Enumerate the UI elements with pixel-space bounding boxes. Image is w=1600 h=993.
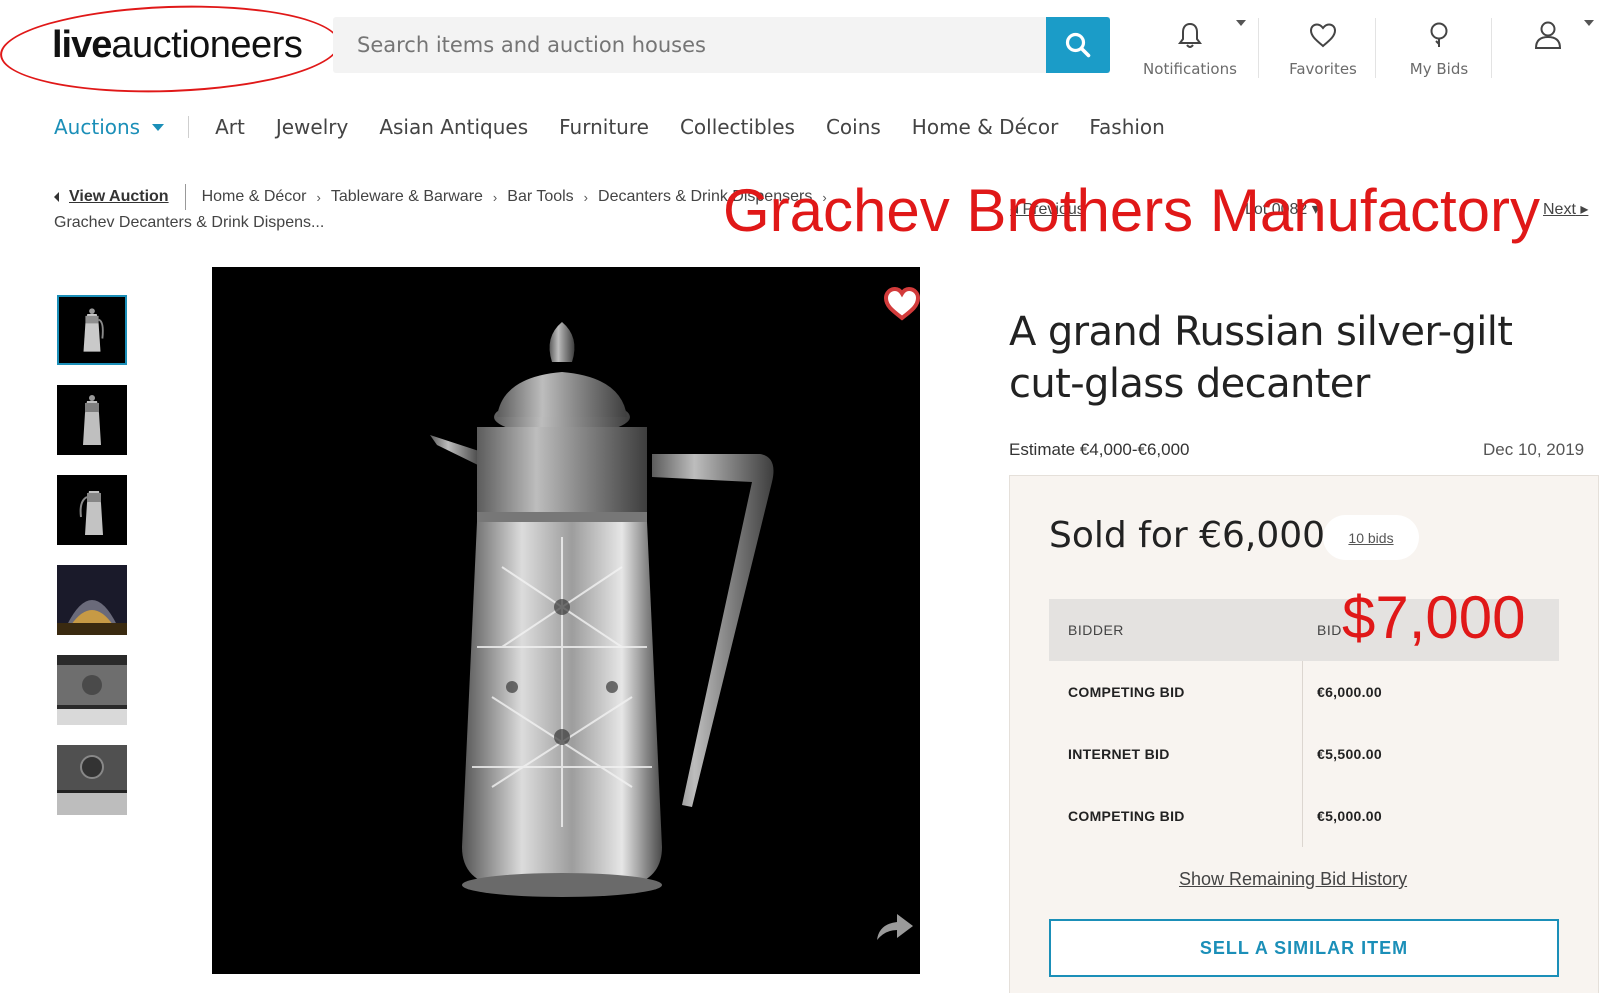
thumbnail-2[interactable]	[57, 385, 127, 455]
favorites-button[interactable]: Favorites	[1273, 20, 1373, 78]
sale-date: Dec 10, 2019	[1483, 440, 1585, 459]
nav-item-furniture[interactable]: Furniture	[559, 115, 649, 139]
search-button[interactable]	[1046, 17, 1110, 73]
account-chevron-down-icon[interactable]	[1584, 20, 1594, 26]
search-icon	[1065, 32, 1091, 58]
notifications-label: Notifications	[1143, 60, 1237, 78]
header-divider	[1258, 18, 1259, 78]
chevron-left-icon	[54, 192, 59, 202]
bid-amount-cell: €6,000.00	[1317, 684, 1382, 700]
favorite-heart-icon[interactable]	[882, 284, 922, 324]
decanter-interior-thumbnail-image	[57, 565, 127, 635]
nav-item-home-decor[interactable]: Home & Décor	[912, 115, 1059, 139]
notifications-chevron-down-icon[interactable]	[1236, 20, 1246, 26]
breadcrumb-item-tableware[interactable]: Tableware & Barware	[331, 188, 483, 206]
show-bid-history-link[interactable]: Show Remaining Bid History	[1179, 869, 1407, 890]
nav-divider	[188, 116, 190, 138]
maker-annotation: Grachev Brothers Manufactory	[723, 177, 1541, 244]
decanter-photo	[212, 267, 920, 974]
table-row: INTERNET BID €5,500.00	[1049, 723, 1559, 785]
bidder-cell: COMPETING BID	[1068, 684, 1185, 700]
breadcrumb: View Auction Home & Décor › Tableware & …	[54, 184, 837, 210]
bell-icon	[1178, 22, 1202, 48]
breadcrumb-item-grachev-decanters[interactable]: Grachev Decanters & Drink Dispens...	[54, 214, 324, 232]
bids-count-link[interactable]: 10 bids	[1323, 515, 1419, 560]
favorites-label: Favorites	[1289, 60, 1357, 78]
auctions-menu[interactable]: Auctions	[54, 115, 165, 139]
search-bar	[333, 17, 1110, 73]
user-icon	[1534, 21, 1562, 49]
heart-icon	[1309, 23, 1337, 48]
main-lot-image[interactable]	[212, 267, 920, 974]
thumbnail-6[interactable]	[57, 745, 127, 815]
thumbnail-4[interactable]	[57, 565, 127, 635]
lot-title: A grand Russian silver-gilt cut-glass de…	[1009, 309, 1513, 407]
bid-amount-cell: €5,000.00	[1317, 808, 1382, 824]
chevron-right-icon: ▸	[1575, 201, 1589, 218]
chevron-right-icon: ›	[492, 189, 498, 205]
bidder-cell: COMPETING BID	[1068, 808, 1185, 824]
notifications-button[interactable]: Notifications	[1140, 20, 1240, 78]
nav-item-asian-antiques[interactable]: Asian Antiques	[379, 115, 528, 139]
decanter-back-thumbnail-image	[57, 475, 127, 545]
next-lot-link[interactable]: Next ▸	[1543, 199, 1588, 219]
table-row: COMPETING BID €6,000.00	[1049, 661, 1559, 723]
account-button[interactable]	[1524, 18, 1572, 56]
header-divider	[1375, 18, 1376, 78]
bid-column-header: BID	[1317, 622, 1342, 638]
category-nav: Auctions Art Jewelry Asian Antiques Furn…	[54, 112, 1196, 142]
my-bids-label: My Bids	[1409, 60, 1469, 78]
breadcrumb-divider	[184, 184, 186, 210]
decanter-detail-thumbnail-image	[57, 655, 127, 725]
thumbnail-1[interactable]	[57, 295, 127, 365]
table-row: COMPETING BID €5,000.00	[1049, 785, 1559, 847]
nav-item-jewelry[interactable]: Jewelry	[276, 115, 348, 139]
nav-item-coins[interactable]: Coins	[826, 115, 881, 139]
price-annotation: $7,000	[1342, 584, 1526, 651]
thumbnail-5[interactable]	[57, 655, 127, 725]
chevron-right-icon: ›	[316, 189, 321, 205]
nav-item-collectibles[interactable]: Collectibles	[680, 115, 795, 139]
breadcrumb-item-home-decor[interactable]: Home & Décor	[202, 188, 307, 206]
next-label: Next	[1543, 201, 1576, 218]
nav-item-art[interactable]: Art	[215, 115, 245, 139]
chevron-right-icon: ›	[583, 189, 589, 205]
paddle-icon	[1430, 22, 1448, 47]
auctions-label: Auctions	[54, 115, 141, 139]
view-auction-link[interactable]: View Auction	[54, 188, 169, 206]
logo-annotation-circle	[0, 0, 342, 98]
my-bids-button[interactable]: My Bids	[1389, 20, 1489, 78]
estimate-text: Estimate €4,000-€6,000	[1009, 440, 1190, 459]
share-icon[interactable]	[873, 908, 917, 944]
header-divider	[1491, 18, 1492, 78]
search-input[interactable]	[333, 17, 1023, 73]
bidder-cell: INTERNET BID	[1068, 746, 1170, 762]
bid-amount-cell: €5,500.00	[1317, 746, 1382, 762]
thumbnail-3[interactable]	[57, 475, 127, 545]
decanter-thumbnail-image	[59, 297, 125, 363]
view-auction-label: View Auction	[69, 188, 169, 205]
nav-item-fashion[interactable]: Fashion	[1089, 115, 1165, 139]
sell-similar-item-button[interactable]: SELL A SIMILAR ITEM	[1049, 919, 1559, 977]
decanter-side-thumbnail-image	[57, 385, 127, 455]
chevron-down-icon	[152, 123, 165, 131]
breadcrumb-item-bar-tools[interactable]: Bar Tools	[507, 188, 573, 206]
sold-price: Sold for €6,000	[1049, 515, 1326, 556]
decanter-hallmark-thumbnail-image	[57, 745, 127, 815]
bidder-column-header: BIDDER	[1068, 622, 1124, 638]
